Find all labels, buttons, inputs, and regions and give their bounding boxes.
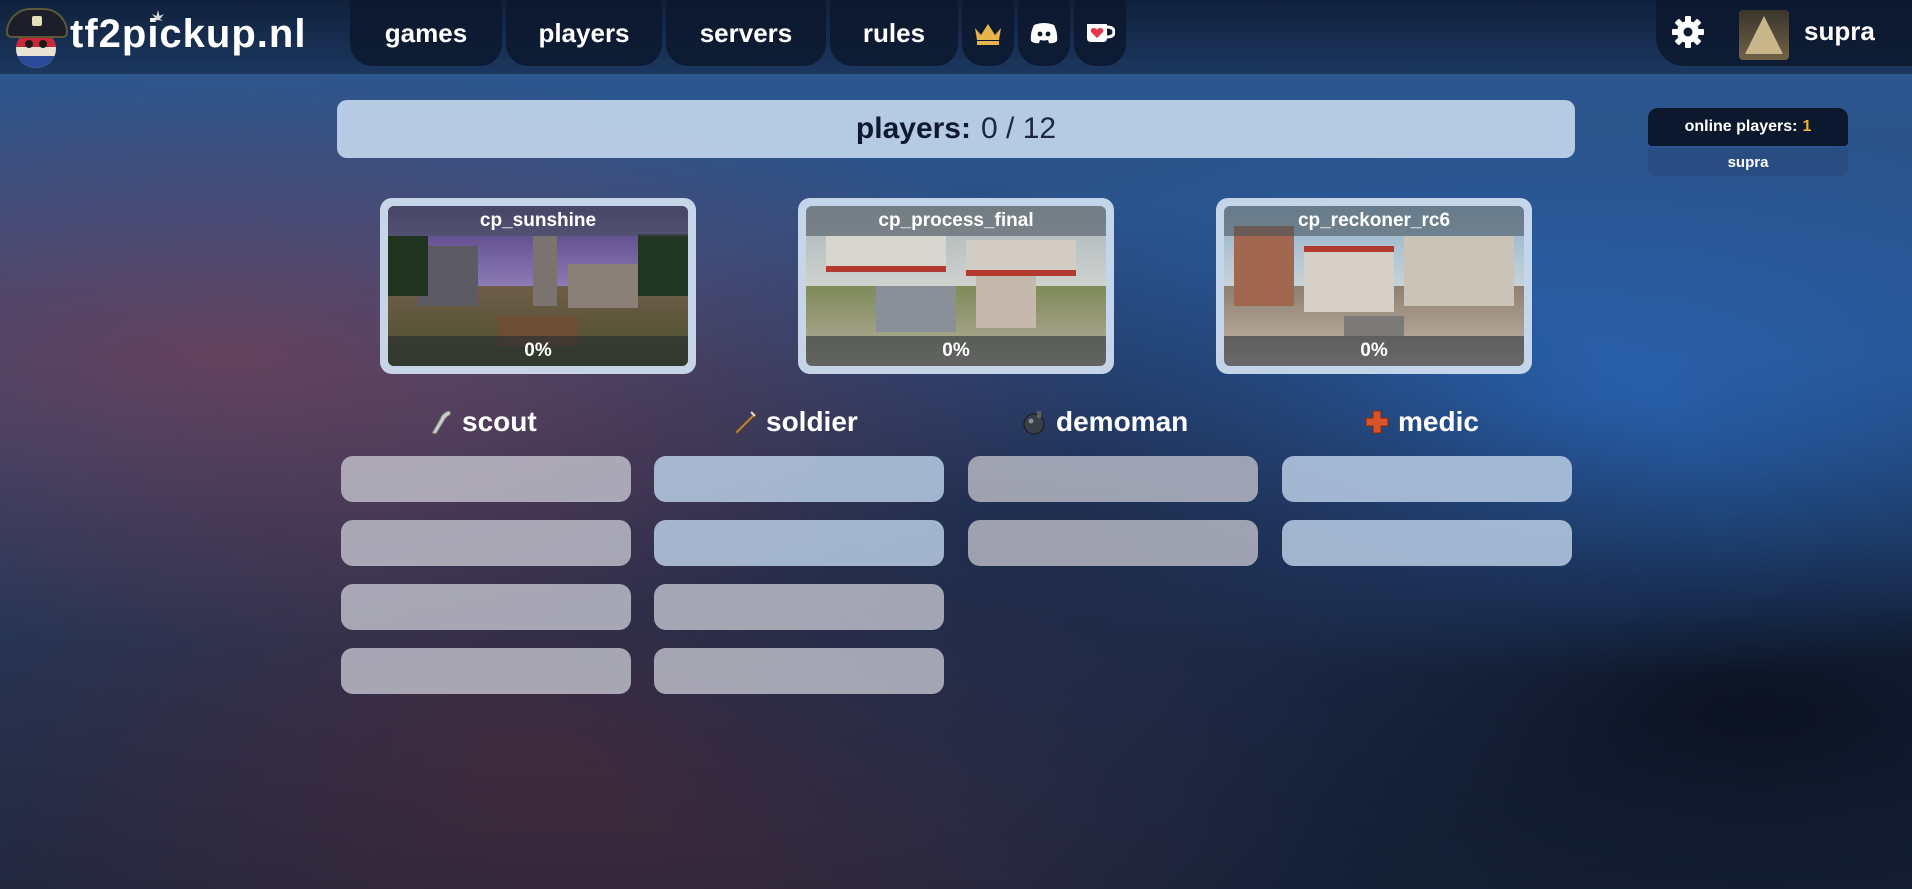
map-vote-percent: 0%	[1224, 336, 1524, 366]
discord-icon	[1030, 23, 1058, 44]
map-name: cp_process_final	[806, 206, 1106, 236]
user-menu: supra	[1656, 0, 1912, 66]
map-thumbnail: cp_process_final 0%	[806, 206, 1106, 366]
nav-servers[interactable]: servers	[666, 0, 826, 66]
ko-fi-icon	[1087, 24, 1115, 42]
scout-slot[interactable]	[341, 456, 631, 502]
scout-slot[interactable]	[341, 584, 631, 630]
map-vote-cp-sunshine[interactable]: cp_sunshine 0%	[380, 198, 696, 374]
map-thumbnail: cp_sunshine 0%	[388, 206, 688, 366]
soldier-slot[interactable]	[654, 520, 944, 566]
online-players-header: online players: 1	[1648, 108, 1848, 146]
class-name: soldier	[766, 406, 858, 437]
tf2pickup-logo-icon	[6, 8, 68, 68]
map-thumbnail: cp_reckoner_rc6 0%	[1224, 206, 1524, 366]
main-nav: games players servers rules	[350, 0, 1126, 66]
soldier-slot[interactable]	[654, 456, 944, 502]
soldier-slot[interactable]	[654, 584, 944, 630]
scout-slot[interactable]	[341, 648, 631, 694]
map-vote-cp-process-final[interactable]: cp_process_final 0%	[798, 198, 1114, 374]
class-header-medic: medic	[1364, 402, 1479, 442]
class-header-scout: scout	[428, 402, 537, 442]
soldier-icon	[734, 411, 757, 435]
class-name: medic	[1398, 406, 1479, 437]
demoman-slot[interactable]	[968, 520, 1258, 566]
ko-fi-button[interactable]	[1074, 0, 1126, 66]
queue-count-label: players:	[855, 112, 971, 145]
class-header-soldier: soldier	[732, 402, 858, 442]
class-header-demoman: demoman	[1022, 402, 1188, 442]
username[interactable]: supra	[1804, 16, 1875, 47]
gear-icon[interactable]	[1670, 14, 1706, 50]
map-vote-percent: 0%	[388, 336, 688, 366]
map-name: cp_sunshine	[388, 206, 688, 236]
nav-games[interactable]: games	[350, 0, 502, 66]
demoman-icon	[1023, 411, 1045, 435]
medic-slot[interactable]	[1282, 520, 1572, 566]
nav-rules[interactable]: rules	[830, 0, 958, 66]
demoman-slot[interactable]	[968, 456, 1258, 502]
avatar[interactable]	[1739, 10, 1789, 60]
discord-button[interactable]	[1018, 0, 1070, 66]
soldier-slot[interactable]	[654, 648, 944, 694]
queue-count-value: 0 / 12	[981, 112, 1057, 145]
scout-icon	[431, 410, 452, 435]
map-vote-cp-reckoner-rc6[interactable]: cp_reckoner_rc6 0%	[1216, 198, 1532, 374]
medic-icon	[1365, 410, 1389, 434]
map-name: cp_reckoner_rc6	[1224, 206, 1524, 236]
online-player-item[interactable]: supra	[1648, 148, 1848, 176]
medic-slot[interactable]	[1282, 456, 1572, 502]
online-players-panel: online players: 1 supra	[1648, 108, 1848, 176]
nav-players[interactable]: players	[506, 0, 662, 66]
leaf-icon	[152, 10, 164, 26]
brand-name: tf2pickup.nl	[70, 12, 307, 56]
online-players-label: online players:	[1684, 118, 1798, 135]
crown-icon	[975, 24, 1001, 45]
scout-slot[interactable]	[341, 520, 631, 566]
online-players-count: 1	[1802, 118, 1812, 135]
hall-of-fame-button[interactable]	[962, 0, 1014, 66]
map-vote-percent: 0%	[806, 336, 1106, 366]
brand-link[interactable]: tf2pickup.nl	[0, 0, 340, 74]
class-name: demoman	[1056, 406, 1189, 437]
class-name: scout	[462, 406, 537, 437]
queue-player-count: players: 0 / 12	[337, 100, 1575, 158]
